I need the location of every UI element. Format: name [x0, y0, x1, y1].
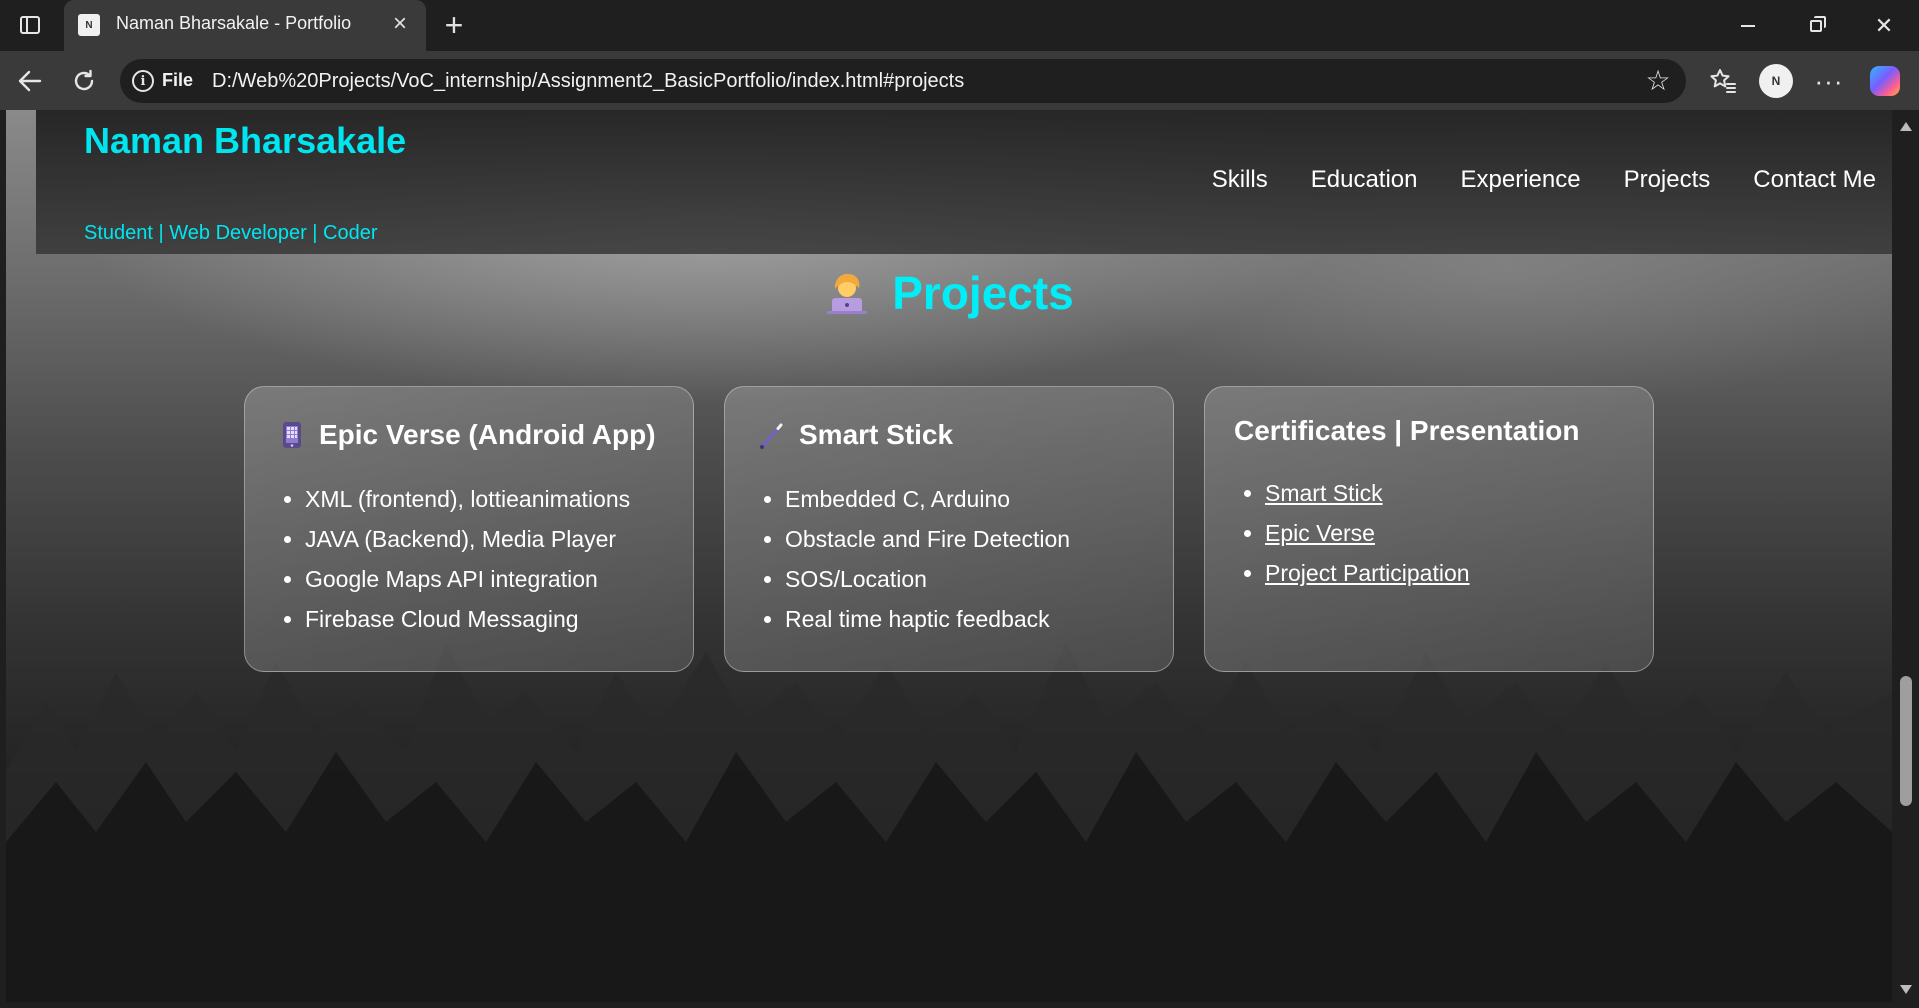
list-item: Project Participation — [1265, 553, 1470, 593]
browser-tab[interactable]: N Naman Bharsakale - Portfolio × — [64, 0, 426, 51]
list-item: Smart Stick — [1265, 473, 1470, 513]
list-item: Google Maps API integration — [305, 559, 630, 599]
site-info-icon[interactable]: i — [132, 70, 154, 92]
list-item: XML (frontend), lottieanimations — [305, 479, 630, 519]
list-item: Epic Verse — [1265, 513, 1470, 553]
reload-button[interactable] — [66, 63, 102, 99]
minimize-icon — [1741, 24, 1755, 27]
copilot-button[interactable] — [1868, 64, 1902, 98]
card-title-text: Smart Stick — [799, 419, 954, 450]
list-item: Firebase Cloud Messaging — [305, 599, 630, 639]
settings-more-button[interactable]: ··· — [1812, 64, 1846, 98]
nav-link-experience[interactable]: Experience — [1461, 166, 1581, 194]
restore-button[interactable] — [1782, 0, 1850, 51]
url-text[interactable]: D:/Web%20Projects/VoC_internship/Assignm… — [212, 70, 964, 93]
card-title-text: Certificates | Presentation — [1234, 415, 1580, 446]
nav-link-projects[interactable]: Projects — [1624, 166, 1711, 194]
list-item: Real time haptic feedback — [785, 599, 1070, 639]
site-name[interactable]: Naman Bharsakale — [84, 120, 406, 162]
close-window-button[interactable]: ✕ — [1850, 0, 1918, 51]
card-title-text: Epic Verse (Android App) — [319, 419, 656, 450]
card-list: Embedded C, Arduino Obstacle and Fire De… — [785, 479, 1070, 639]
close-tab-icon[interactable]: × — [386, 10, 414, 38]
projects-section-title: Projects — [6, 266, 1892, 320]
list-item: Obstacle and Fire Detection — [785, 519, 1070, 559]
close-icon: ✕ — [1874, 12, 1894, 38]
browser-toolbar: i File D:/Web%20Projects/VoC_internship/… — [0, 51, 1919, 110]
reload-icon — [74, 69, 94, 91]
list-item: SOS/Location — [785, 559, 1070, 599]
site-header: Naman Bharsakale Student | Web Developer… — [36, 110, 1892, 254]
profile-button[interactable]: N — [1759, 64, 1793, 98]
link-project-participation[interactable]: Project Participation — [1265, 560, 1470, 586]
browser-tab-strip: N Naman Bharsakale - Portfolio × + ✕ — [0, 0, 1919, 51]
site-nav: Skills Education Experience Projects Con… — [1212, 166, 1876, 194]
favorites-button[interactable] — [1706, 64, 1740, 98]
more-dots-icon: ··· — [1814, 65, 1844, 96]
nav-link-education[interactable]: Education — [1311, 166, 1418, 194]
tab-actions-button[interactable] — [14, 11, 46, 39]
restore-icon — [1810, 15, 1826, 32]
url-protocol: File — [162, 70, 194, 90]
scroll-down-arrow-icon[interactable] — [1900, 985, 1912, 994]
link-epic-verse[interactable]: Epic Verse — [1265, 520, 1375, 546]
new-tab-button[interactable]: + — [437, 7, 471, 43]
copilot-icon — [1870, 66, 1900, 96]
site-tagline: Student | Web Developer | Coder — [84, 222, 378, 244]
link-smart-stick[interactable]: Smart Stick — [1265, 480, 1383, 506]
favorites-list-icon — [1710, 69, 1736, 93]
avatar: N — [1759, 64, 1793, 98]
scroll-up-arrow-icon[interactable] — [1900, 122, 1912, 131]
add-favorite-star-icon[interactable]: ☆ — [1644, 67, 1672, 95]
woman-technologist-icon — [827, 273, 868, 314]
minimize-button[interactable] — [1714, 0, 1782, 51]
back-button[interactable] — [12, 63, 48, 99]
back-arrow-icon — [18, 70, 42, 92]
probing-cane-icon — [760, 423, 783, 449]
address-bar[interactable]: i File D:/Web%20Projects/VoC_internship/… — [120, 59, 1686, 103]
list-item: JAVA (Backend), Media Player — [305, 519, 630, 559]
tab-title: Naman Bharsakale - Portfolio — [116, 13, 352, 33]
nav-link-contact[interactable]: Contact Me — [1753, 166, 1876, 194]
site-favicon-icon: N — [78, 14, 100, 36]
card-title: Certificates | Presentation — [1234, 415, 1580, 447]
nav-link-skills[interactable]: Skills — [1212, 166, 1268, 194]
page-scrollbar[interactable] — [1892, 110, 1919, 1008]
certificate-links: Smart Stick Epic Verse Project Participa… — [1265, 473, 1470, 593]
page-viewport: Naman Bharsakale Student | Web Developer… — [6, 110, 1892, 1002]
certificates-card: Certificates | Presentation Smart Stick … — [1204, 386, 1654, 672]
project-card-smart-stick: Smart Stick Embedded C, Arduino Obstacle… — [724, 386, 1174, 672]
card-list: XML (frontend), lottieanimations JAVA (B… — [305, 479, 630, 639]
card-title: Smart Stick — [759, 419, 953, 451]
projects-title-text: Projects — [892, 267, 1074, 319]
mobile-phone-icon — [283, 422, 301, 448]
card-title: Epic Verse (Android App) — [279, 419, 656, 451]
list-item: Embedded C, Arduino — [785, 479, 1070, 519]
project-card-epic-verse: Epic Verse (Android App) XML (frontend),… — [244, 386, 694, 672]
scrollbar-thumb[interactable] — [1900, 676, 1912, 806]
sidebar-toggle-icon — [20, 16, 40, 34]
